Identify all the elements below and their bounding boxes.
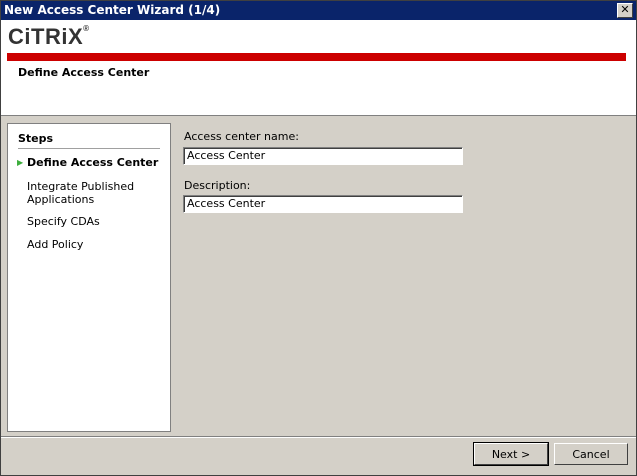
steps-panel: Steps ▶ Define Access Center Integrate P… <box>7 123 171 432</box>
cancel-button[interactable]: Cancel <box>554 443 628 465</box>
page-title: Define Access Center <box>18 66 150 79</box>
close-button[interactable]: ✕ <box>617 3 633 18</box>
access-center-name-input[interactable]: Access Center <box>183 147 463 165</box>
brand-bar <box>7 53 626 61</box>
window-title: New Access Center Wizard (1/4) <box>4 3 221 17</box>
citrix-logo: CiTRiX® <box>8 24 90 50</box>
next-button[interactable]: Next > <box>473 442 549 466</box>
step-add-policy: Add Policy <box>27 238 84 251</box>
steps-heading: Steps <box>18 132 54 145</box>
description-input[interactable]: Access Center <box>183 195 463 213</box>
footer-divider <box>1 436 636 438</box>
step-define-access-center: Define Access Center <box>27 156 159 169</box>
steps-divider <box>18 148 160 149</box>
wizard-header: CiTRiX® Define Access Center <box>1 20 636 116</box>
title-bar[interactable]: New Access Center Wizard (1/4) ✕ <box>1 1 636 20</box>
wizard-window: New Access Center Wizard (1/4) ✕ CiTRiX®… <box>0 0 637 476</box>
step-integrate-published-applications: Integrate Published Applications <box>27 180 135 206</box>
access-center-name-label: Access center name: <box>184 130 299 143</box>
step-specify-cdas: Specify CDAs <box>27 215 100 228</box>
logo-text: CiTRiX <box>8 24 84 49</box>
logo-mark: ® <box>83 24 90 33</box>
description-label: Description: <box>184 179 251 192</box>
green-arrow-icon: ▶ <box>17 158 24 167</box>
close-icon: ✕ <box>620 3 630 16</box>
